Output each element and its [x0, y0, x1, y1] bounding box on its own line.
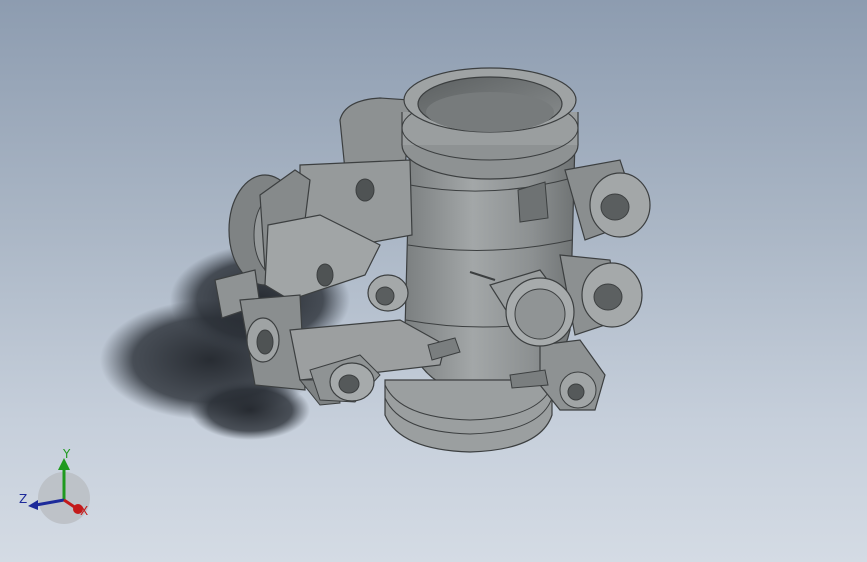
top-flange	[401, 67, 579, 180]
triad-graphic	[28, 458, 90, 524]
bottom-flange	[384, 379, 553, 453]
left-boss	[367, 274, 409, 312]
rear-bulge	[339, 97, 411, 171]
3d-model-throttle-body[interactable]	[0, 0, 867, 562]
triad-z-label: Z	[19, 492, 28, 506]
triad-x-label: X	[80, 504, 89, 518]
coordinate-triad: Y Z X	[14, 440, 104, 530]
triad-y-label: Y	[63, 447, 71, 461]
right-upper-boss	[564, 159, 651, 241]
graphics-viewport[interactable]: Y Z X	[0, 0, 867, 562]
